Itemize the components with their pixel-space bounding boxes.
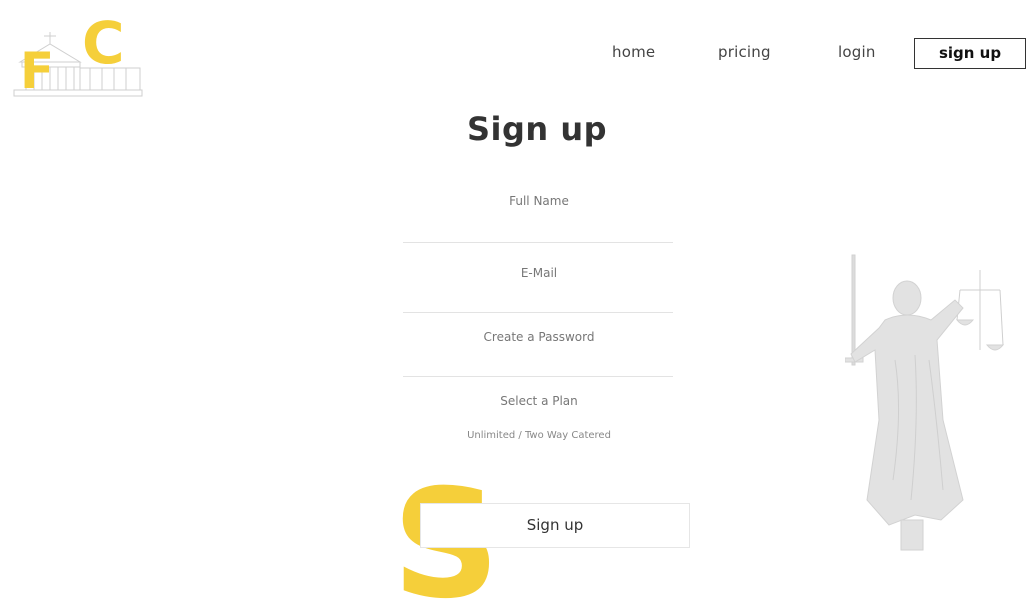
main-nav: home pricing login sign up [0,38,1028,70]
plan-select-value[interactable]: Unlimited / Two Way Catered [403,430,675,441]
nav-pricing-link[interactable]: pricing [718,43,771,61]
signup-page: F C home pricing login sign up Sign up F… [0,0,1028,600]
plan-select-label[interactable]: Select a Plan [403,394,675,408]
email-field[interactable]: E-Mail [403,266,675,280]
fullname-field[interactable]: Full Name [403,194,675,208]
lady-justice-icon [845,250,1005,560]
nav-home-link[interactable]: home [612,43,655,61]
nav-login-link[interactable]: login [838,43,876,61]
nav-signup-button[interactable]: sign up [914,38,1026,69]
signup-submit-button[interactable]: Sign up [420,503,690,548]
password-field[interactable]: Create a Password [403,330,675,344]
password-underline [403,376,673,377]
email-underline [403,312,673,313]
page-title: Sign up [466,110,608,148]
fullname-underline [403,242,673,243]
